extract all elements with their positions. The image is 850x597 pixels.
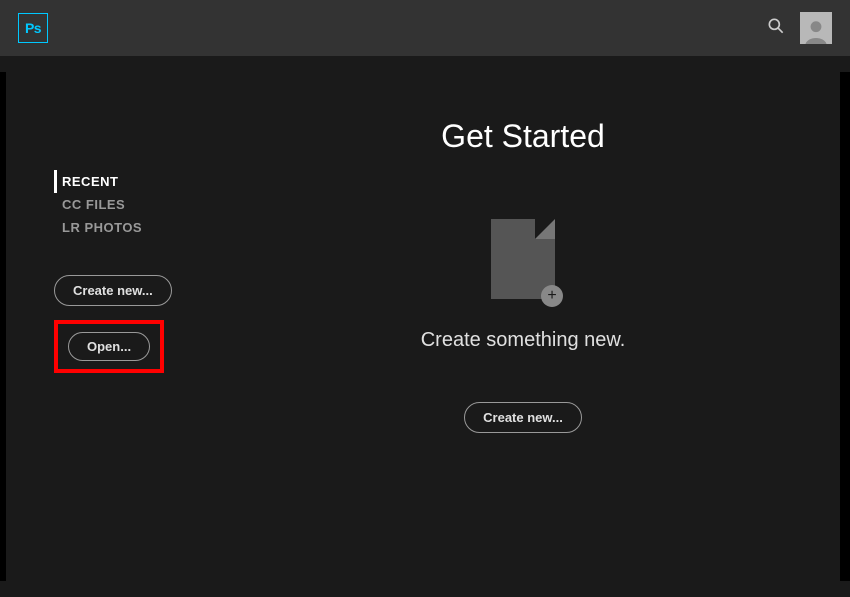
plus-icon: + bbox=[541, 285, 563, 307]
top-bar: Ps bbox=[0, 0, 850, 56]
sidebar-list: RECENT CC FILES LR PHOTOS bbox=[54, 170, 206, 239]
open-button[interactable]: Open... bbox=[68, 332, 150, 361]
top-bar-right bbox=[766, 12, 832, 44]
sidebar-item-recent[interactable]: RECENT bbox=[54, 170, 206, 193]
content: Get Started + Create something new. Crea… bbox=[206, 72, 840, 581]
app-logo-text: Ps bbox=[25, 20, 41, 36]
highlight-annotation: Open... bbox=[54, 320, 164, 373]
new-document-icon: + bbox=[491, 219, 555, 299]
app-logo: Ps bbox=[18, 13, 48, 43]
create-new-button[interactable]: Create new... bbox=[54, 275, 172, 306]
sidebar-item-lr-photos[interactable]: LR PHOTOS bbox=[54, 216, 206, 239]
main-area: RECENT CC FILES LR PHOTOS Create new... … bbox=[0, 56, 850, 581]
user-avatar-icon[interactable] bbox=[800, 12, 832, 44]
sidebar: RECENT CC FILES LR PHOTOS Create new... … bbox=[6, 72, 206, 581]
page-title: Get Started bbox=[441, 118, 605, 155]
search-icon[interactable] bbox=[766, 16, 786, 41]
sidebar-item-cc-files[interactable]: CC FILES bbox=[54, 193, 206, 216]
right-gutter bbox=[840, 72, 850, 581]
page-subtitle: Create something new. bbox=[421, 329, 626, 352]
sidebar-buttons: Create new... Open... bbox=[54, 275, 206, 373]
sidebar-item-label: LR PHOTOS bbox=[62, 220, 142, 235]
sidebar-item-label: RECENT bbox=[62, 174, 118, 189]
create-new-button-main[interactable]: Create new... bbox=[464, 402, 582, 433]
sidebar-item-label: CC FILES bbox=[62, 197, 125, 212]
